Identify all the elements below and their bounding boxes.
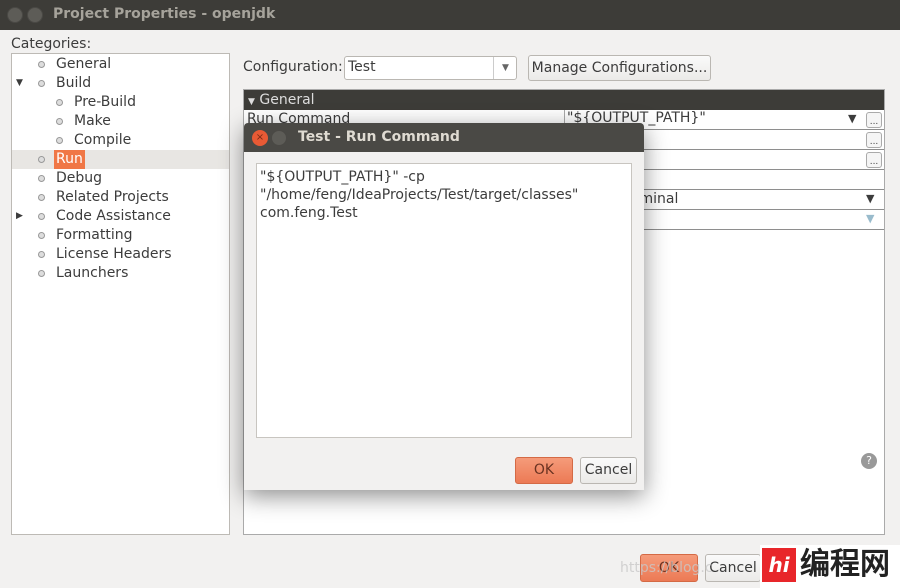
dialog-titlebar: × Test - Run Command xyxy=(244,123,644,152)
category-label: License Headers xyxy=(56,246,172,262)
ellipsis-button[interactable]: ... xyxy=(866,112,882,128)
dialog-ok-button[interactable]: OK xyxy=(515,457,573,484)
category-item[interactable]: Compile xyxy=(12,131,229,150)
dialog-cancel-button[interactable]: Cancel xyxy=(580,457,637,484)
close-icon[interactable]: × xyxy=(252,130,268,146)
category-item[interactable]: Debug xyxy=(12,169,229,188)
configuration-label: Configuration: xyxy=(243,59,343,75)
close-window-icon[interactable] xyxy=(7,7,23,23)
chevron-down-icon: ▼ xyxy=(493,57,517,79)
category-label: Pre-Build xyxy=(74,94,136,110)
dropdown-arrow-icon[interactable]: ▼ xyxy=(866,192,874,205)
category-label: General xyxy=(56,56,112,72)
cancel-button[interactable]: Cancel xyxy=(705,554,761,582)
category-item[interactable]: Related Projects xyxy=(12,188,229,207)
configuration-value: Test xyxy=(348,59,376,75)
watermark-logo: hi 编程网 xyxy=(760,545,900,588)
category-label: Formatting xyxy=(56,227,133,243)
category-label: Debug xyxy=(56,170,103,186)
bullet-icon xyxy=(38,156,45,163)
category-label: Code Assistance xyxy=(56,208,171,224)
category-item[interactable]: Launchers xyxy=(12,264,229,283)
bullet-icon xyxy=(38,213,45,220)
bullet-icon xyxy=(38,232,45,239)
category-item[interactable]: ▶ Code Assistance xyxy=(12,207,229,226)
run-command-textarea[interactable]: "${OUTPUT_PATH}" -cp "/home/feng/IdeaPro… xyxy=(256,163,632,438)
ellipsis-button[interactable]: ... xyxy=(866,152,882,168)
section-label: General xyxy=(259,92,315,108)
bullet-icon xyxy=(56,99,63,106)
section-header[interactable]: ▼ General xyxy=(244,90,884,110)
help-icon[interactable]: ? xyxy=(861,453,877,469)
run-command-dialog: × Test - Run Command "${OUTPUT_PATH}" -c… xyxy=(244,123,644,490)
categories-label: Categories: xyxy=(11,36,92,52)
category-label: Run xyxy=(54,150,85,169)
configuration-select[interactable]: Test ▼ xyxy=(344,56,517,80)
category-item[interactable]: Run xyxy=(12,150,229,169)
categories-tree[interactable]: General ▼ Build Pre-Build Make Compile Run Debu… xyxy=(11,53,230,535)
category-item[interactable]: General xyxy=(12,55,229,74)
category-label: Compile xyxy=(74,132,132,148)
category-item[interactable]: ▼ Build xyxy=(12,74,229,93)
dropdown-arrow-icon[interactable]: ▼ xyxy=(848,112,856,125)
bullet-icon xyxy=(38,61,45,68)
category-item[interactable]: Pre-Build xyxy=(12,93,229,112)
category-label: Related Projects xyxy=(56,189,169,205)
dialog-title: Test - Run Command xyxy=(298,129,460,145)
bullet-icon xyxy=(38,270,45,277)
watermark-url: https://blog.c xyxy=(620,560,713,576)
bullet-icon xyxy=(38,194,45,201)
category-label: Launchers xyxy=(56,265,129,281)
ellipsis-button[interactable]: ... xyxy=(866,132,882,148)
dropdown-arrow-icon[interactable]: ▼ xyxy=(866,212,874,225)
maximize-icon[interactable] xyxy=(271,130,287,146)
collapse-triangle-icon[interactable]: ▶ xyxy=(16,207,23,226)
bullet-icon xyxy=(56,137,63,144)
bullet-icon xyxy=(38,80,45,87)
window-titlebar: Project Properties - openjdk xyxy=(0,0,900,30)
category-label: Build xyxy=(56,75,92,91)
category-item[interactable]: Formatting xyxy=(12,226,229,245)
category-item[interactable]: License Headers xyxy=(12,245,229,264)
bullet-icon xyxy=(38,251,45,258)
category-label: Make xyxy=(74,113,111,129)
bullet-icon xyxy=(56,118,63,125)
category-item[interactable]: Make xyxy=(12,112,229,131)
window-title: Project Properties - openjdk xyxy=(53,6,276,22)
triangle-down-icon: ▼ xyxy=(248,97,255,107)
expand-triangle-icon[interactable]: ▼ xyxy=(16,74,23,93)
manage-configurations-button[interactable]: Manage Configurations... xyxy=(528,55,711,81)
bullet-icon xyxy=(38,175,45,182)
maximize-window-icon[interactable] xyxy=(27,7,43,23)
